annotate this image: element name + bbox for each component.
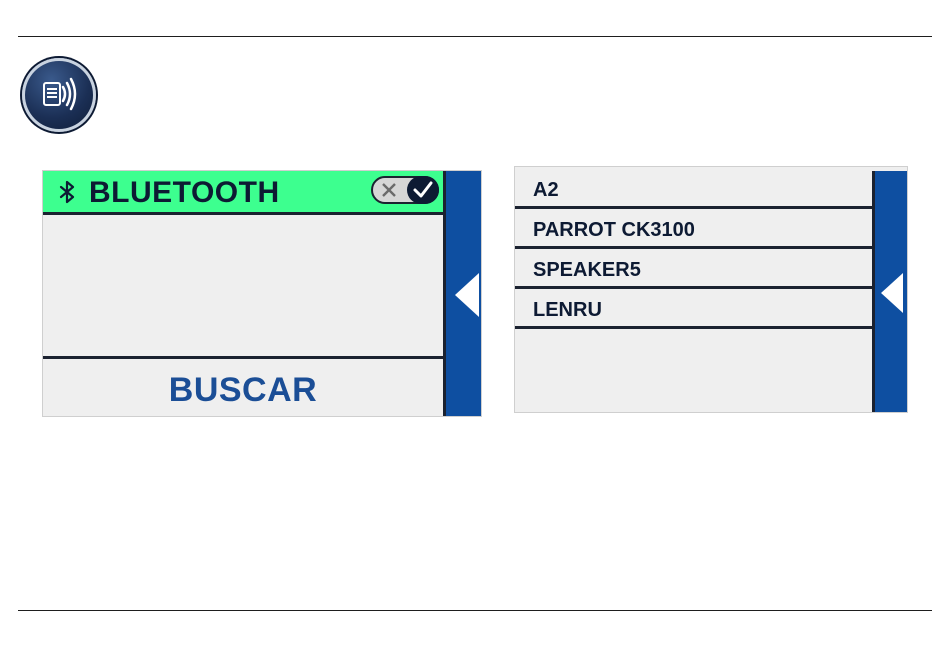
list-item[interactable]: LENRU (515, 291, 872, 329)
search-button[interactable]: BUSCAR (43, 359, 443, 416)
document-audio-icon (22, 58, 96, 132)
content-area (43, 215, 443, 357)
bottom-rule (18, 610, 932, 611)
bluetooth-toggle[interactable] (371, 176, 439, 204)
back-arrow-icon (881, 273, 903, 318)
bluetooth-title: BLUETOOTH (89, 176, 280, 209)
checkmark-icon (413, 181, 433, 198)
bluetooth-settings-screen: BLUETOOTH BUSCAR (42, 170, 482, 417)
bluetooth-header[interactable]: BLUETOOTH (43, 171, 443, 215)
bluetooth-icon (59, 180, 75, 209)
device-list-screen: A2 PARROT CK3100 SPEAKER5 LENRU (514, 166, 908, 413)
back-panel[interactable] (443, 171, 481, 416)
device-list: A2 PARROT CK3100 SPEAKER5 LENRU (515, 171, 872, 331)
list-item[interactable]: SPEAKER5 (515, 251, 872, 289)
list-item[interactable]: A2 (515, 171, 872, 209)
close-x-icon (380, 181, 398, 204)
back-panel[interactable] (872, 171, 907, 412)
back-arrow-icon (455, 273, 479, 322)
toggle-knob (407, 176, 439, 204)
top-rule (18, 36, 932, 37)
list-item[interactable]: PARROT CK3100 (515, 211, 872, 249)
